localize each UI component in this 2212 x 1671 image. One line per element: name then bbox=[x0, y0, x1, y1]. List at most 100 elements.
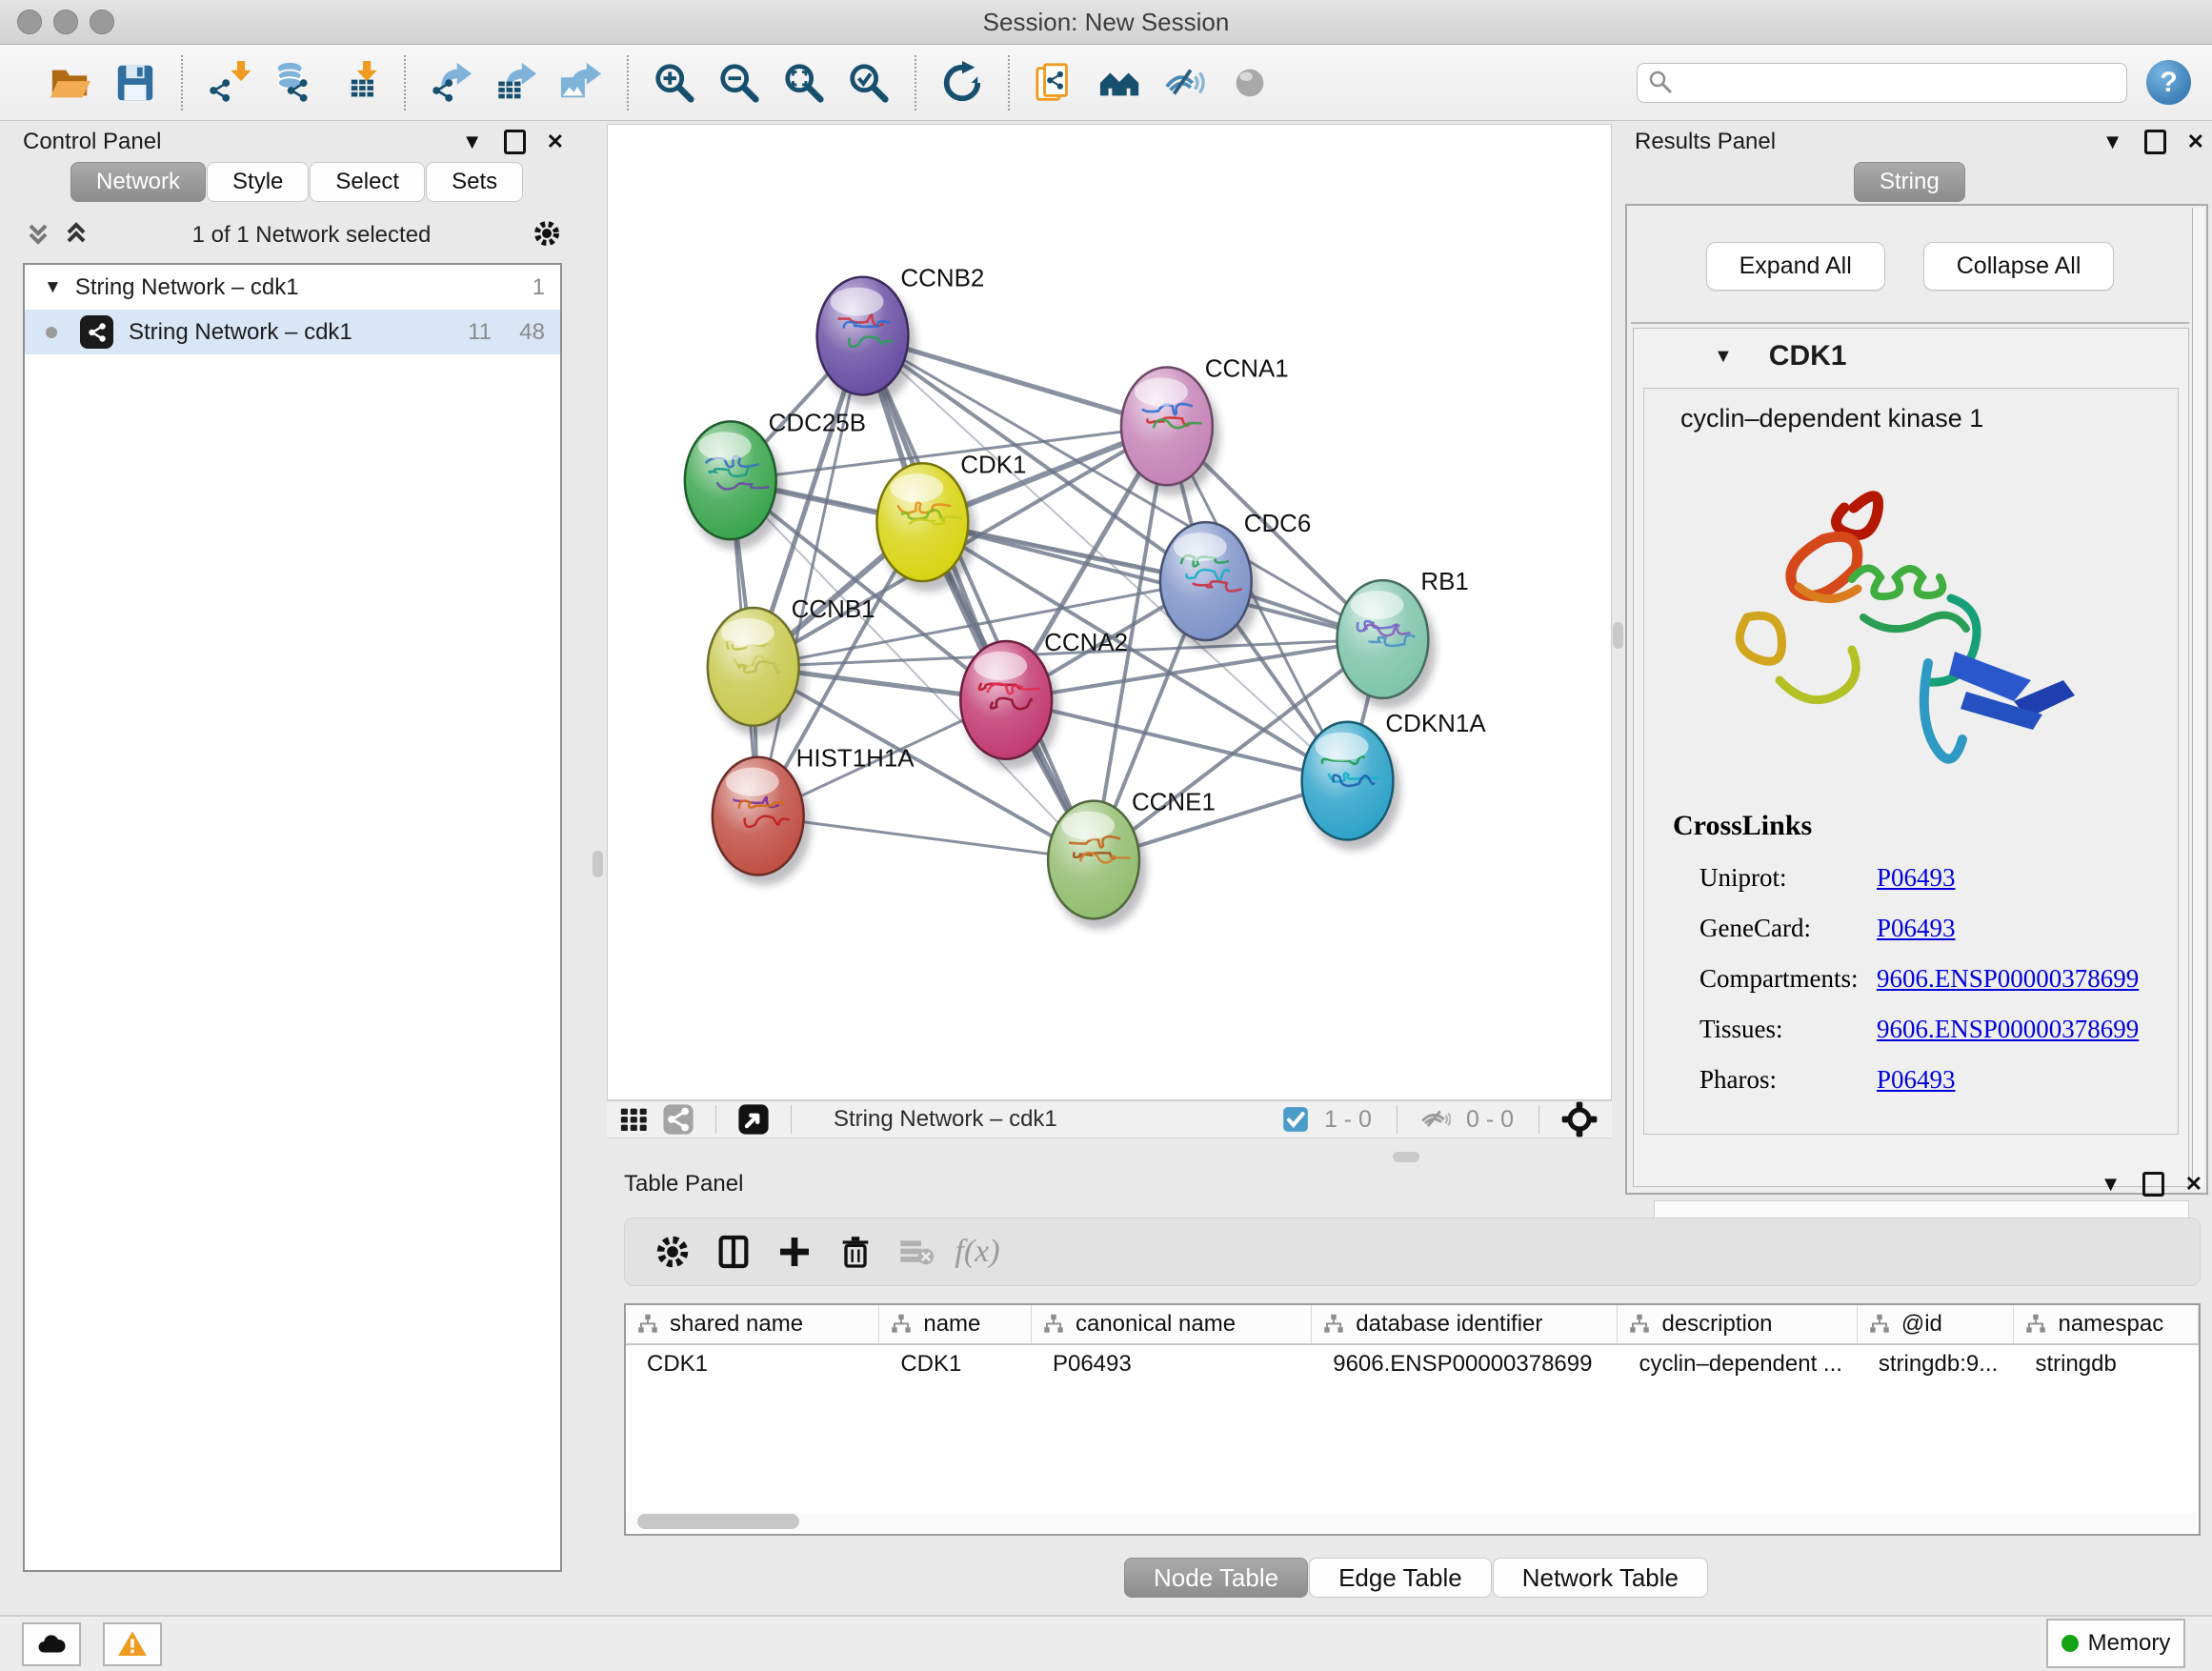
string-home-button[interactable] bbox=[1096, 59, 1144, 107]
column-header-@id[interactable]: @id bbox=[1858, 1305, 2015, 1343]
network-badge-icon[interactable] bbox=[662, 1103, 694, 1136]
expand-all-networks-icon[interactable] bbox=[61, 218, 91, 253]
collapse-all-button[interactable]: Collapse All bbox=[1923, 242, 2115, 291]
collapse-all-networks-icon[interactable] bbox=[23, 218, 53, 253]
node-CCNA1[interactable]: CCNA1 bbox=[1121, 355, 1289, 495]
cloud-button[interactable] bbox=[22, 1622, 81, 1666]
add-column-icon[interactable] bbox=[772, 1229, 817, 1275]
tab-node-table[interactable]: Node Table bbox=[1124, 1558, 1308, 1598]
results-panel-float-icon[interactable] bbox=[2144, 130, 2166, 154]
node-HIST1H1A[interactable]: HIST1H1A bbox=[713, 746, 915, 886]
table-scrollbar-thumb[interactable] bbox=[637, 1514, 799, 1529]
cell-shared-name[interactable]: CDK1 bbox=[626, 1345, 879, 1387]
collection-expand-icon[interactable]: ▼ bbox=[44, 277, 62, 298]
share-document-button[interactable] bbox=[1032, 59, 1079, 107]
cell-name[interactable]: CDK1 bbox=[879, 1345, 1032, 1387]
grid-view-icon[interactable] bbox=[618, 1103, 651, 1136]
network-row[interactable]: String Network – cdk1 11 48 bbox=[25, 310, 560, 354]
table-panel-float-icon[interactable] bbox=[2142, 1172, 2164, 1197]
table-options-gear-icon[interactable] bbox=[650, 1229, 695, 1275]
column-header-database-identifier[interactable]: database identifier bbox=[1312, 1305, 1618, 1343]
node-CDKN1A[interactable]: CDKN1A bbox=[1302, 711, 1487, 851]
edge-CCNB2-CCNE1[interactable] bbox=[863, 336, 1095, 860]
search-container bbox=[1637, 63, 2127, 103]
delete-column-trash-icon[interactable] bbox=[833, 1229, 878, 1275]
results-scrollbar[interactable] bbox=[2192, 208, 2204, 1187]
crosslink-link[interactable]: 9606.ENSP00000378699 bbox=[1877, 1015, 2139, 1044]
presentation-mode-button[interactable] bbox=[1226, 59, 1274, 107]
column-header-shared-name[interactable]: shared name bbox=[626, 1305, 879, 1343]
gene-entry-collapse-icon[interactable]: ▼ bbox=[1714, 346, 1733, 368]
crosslink-link[interactable]: P06493 bbox=[1877, 914, 1956, 943]
help-button[interactable]: ? bbox=[2146, 60, 2191, 105]
column-header-namespac[interactable]: namespac bbox=[2014, 1305, 2199, 1343]
export-image-button[interactable] bbox=[557, 59, 605, 107]
column-header-description[interactable]: description bbox=[1618, 1305, 1857, 1343]
save-session-button[interactable] bbox=[111, 59, 159, 107]
expand-all-button[interactable]: Expand All bbox=[1706, 242, 1885, 291]
results-panel-collapse-icon[interactable]: ▼ bbox=[2102, 130, 2123, 154]
network-options-gear-icon[interactable] bbox=[532, 218, 562, 253]
cell-@id[interactable]: stringdb:9... bbox=[1858, 1345, 2015, 1387]
edge-CCNB2-HIST1H1A[interactable] bbox=[758, 336, 863, 816]
node-CCNB2[interactable]: CCNB2 bbox=[817, 266, 985, 406]
tab-network-table[interactable]: Network Table bbox=[1493, 1558, 1708, 1598]
table-panel-close-icon[interactable]: ✕ bbox=[2185, 1172, 2202, 1197]
left-splitter-handle[interactable] bbox=[593, 851, 603, 877]
network-label: String Network – cdk1 bbox=[129, 319, 352, 346]
node-CCNA2[interactable]: CCNA2 bbox=[960, 630, 1128, 770]
node-label: RB1 bbox=[1420, 569, 1468, 595]
export-table-button[interactable] bbox=[493, 59, 540, 107]
node-RB1[interactable]: RB1 bbox=[1337, 569, 1469, 709]
column-header-name[interactable]: name bbox=[879, 1305, 1032, 1343]
control-panel-collapse-icon[interactable]: ▼ bbox=[462, 130, 483, 154]
tab-network[interactable]: Network bbox=[70, 162, 206, 202]
fit-selected-crosshair-icon[interactable] bbox=[1560, 1100, 1599, 1138]
hide-graphics-details-button[interactable] bbox=[1161, 59, 1209, 107]
cell-canonical-name[interactable]: P06493 bbox=[1032, 1345, 1312, 1387]
zoom-selected-region-button[interactable] bbox=[845, 59, 893, 107]
import-network-from-database-button[interactable] bbox=[270, 59, 317, 107]
right-splitter-handle[interactable] bbox=[1613, 622, 1623, 649]
cell-namespac[interactable]: stringdb bbox=[2014, 1345, 2199, 1387]
node-CCNE1[interactable]: CCNE1 bbox=[1048, 790, 1216, 930]
crosslink-link[interactable]: 9606.ENSP00000378699 bbox=[1877, 964, 2139, 994]
tab-sets[interactable]: Sets bbox=[426, 162, 523, 202]
import-table-from-file-button[interactable] bbox=[334, 59, 382, 107]
tab-edge-table[interactable]: Edge Table bbox=[1309, 1558, 1492, 1598]
control-panel-close-icon[interactable]: ✕ bbox=[547, 130, 564, 154]
control-panel-float-icon[interactable] bbox=[504, 130, 526, 154]
crosslink-row: Uniprot: P06493 bbox=[1673, 863, 2139, 893]
show-columns-icon[interactable] bbox=[711, 1229, 756, 1275]
warning-button[interactable] bbox=[103, 1622, 162, 1666]
node-CDC25B[interactable]: CDC25B bbox=[685, 410, 866, 550]
table-horizontal-scrollbar[interactable] bbox=[628, 1513, 2197, 1530]
refresh-view-button[interactable] bbox=[938, 59, 986, 107]
tab-string[interactable]: String bbox=[1854, 162, 1965, 202]
table-row[interactable]: CDK1CDK1P064939606.ENSP00000378699cyclin… bbox=[626, 1345, 2199, 1387]
birdseye-view-icon[interactable] bbox=[737, 1103, 770, 1136]
open-session-button[interactable] bbox=[47, 59, 94, 107]
crosslink-link[interactable]: P06493 bbox=[1877, 1065, 1956, 1095]
zoom-fit-content-button[interactable] bbox=[780, 59, 828, 107]
network-canvas[interactable]: CCNB2 CCNA1 CDC25B CDK1 CDC6 RB1 CCNB1 bbox=[607, 124, 1612, 1100]
cell-database-identifier[interactable]: 9606.ENSP00000378699 bbox=[1312, 1345, 1618, 1387]
import-network-from-file-button[interactable] bbox=[205, 59, 252, 107]
search-input[interactable] bbox=[1637, 63, 2127, 103]
tab-select[interactable]: Select bbox=[310, 162, 425, 202]
export-network-button[interactable] bbox=[428, 59, 475, 107]
tab-style[interactable]: Style bbox=[207, 162, 309, 202]
zoom-out-button[interactable] bbox=[715, 59, 763, 107]
results-panel-close-icon[interactable]: ✕ bbox=[2187, 130, 2204, 154]
horizontal-splitter-handle[interactable] bbox=[1393, 1152, 1419, 1162]
memory-button[interactable]: Memory bbox=[2046, 1619, 2185, 1668]
table-panel-collapse-icon[interactable]: ▼ bbox=[2101, 1172, 2122, 1197]
crosslink-link[interactable]: P06493 bbox=[1877, 863, 1956, 893]
cell-description[interactable]: cyclin–dependent ... bbox=[1618, 1345, 1857, 1387]
node-CCNB1[interactable]: CCNB1 bbox=[708, 596, 875, 736]
network-collection-row[interactable]: ▼ String Network – cdk1 1 bbox=[25, 265, 560, 310]
column-header-canonical-name[interactable]: canonical name bbox=[1032, 1305, 1312, 1343]
node-CDC6[interactable]: CDC6 bbox=[1160, 511, 1311, 651]
selected-checkbox-icon[interactable] bbox=[1282, 1106, 1309, 1133]
zoom-in-button[interactable] bbox=[651, 59, 698, 107]
